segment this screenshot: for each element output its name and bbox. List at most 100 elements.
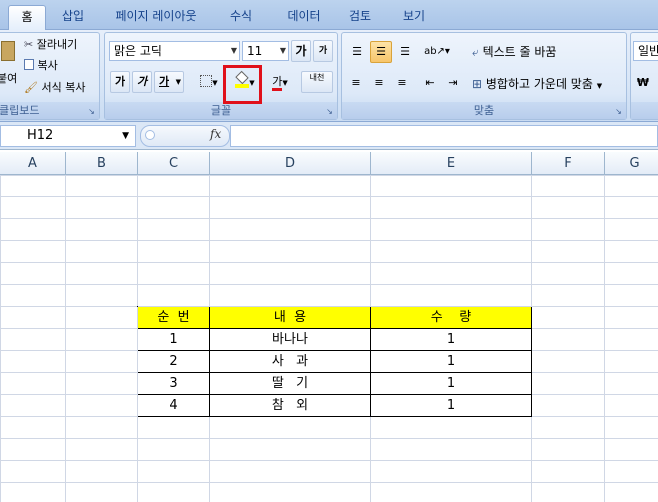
grow-font-button[interactable]: 가 bbox=[291, 40, 311, 62]
copy-label: 복사 bbox=[37, 59, 58, 72]
table-cell[interactable]: 1 bbox=[371, 395, 532, 417]
tab-insert[interactable]: 삽입 bbox=[52, 5, 94, 30]
italic-button[interactable]: 가 bbox=[132, 71, 152, 93]
column-header-b[interactable]: B bbox=[66, 152, 138, 175]
gridline bbox=[0, 438, 658, 439]
gridline bbox=[0, 284, 658, 285]
table-cell[interactable]: 참 외 bbox=[210, 395, 371, 417]
align-center-icon[interactable]: ≡ bbox=[369, 72, 389, 94]
clipboard-launcher-icon[interactable]: ↘ bbox=[87, 107, 96, 116]
fill-color-highlight-box bbox=[223, 65, 262, 104]
align-bottom-icon[interactable]: ☰ bbox=[394, 41, 416, 63]
cut-button[interactable]: ✂ 잘라내기 bbox=[24, 37, 77, 53]
chevron-down-icon: ▼ bbox=[212, 79, 218, 87]
table-cell[interactable]: 1 bbox=[371, 373, 532, 395]
merge-center-label: 병합하고 가운데 맞춤 bbox=[485, 77, 593, 91]
font-color-label: 가 bbox=[272, 75, 283, 91]
wrap-text-button[interactable]: ⤶ 텍스트 줄 바꿈 bbox=[472, 44, 556, 60]
scissors-icon: ✂ bbox=[24, 38, 34, 51]
formula-bar: H12 ▼ fx bbox=[0, 122, 658, 150]
table-header-cell[interactable]: 수 량 bbox=[371, 307, 532, 329]
cut-label: 잘라내기 bbox=[36, 38, 78, 51]
table-cell[interactable]: 1 bbox=[138, 329, 210, 351]
underline-label: 가 bbox=[159, 75, 170, 88]
paste-icon[interactable] bbox=[1, 41, 15, 61]
table-cell[interactable]: 1 bbox=[371, 329, 532, 351]
table-cell[interactable]: 4 bbox=[138, 395, 210, 417]
font-group: 맑은 고딕 ▼ 11 ▼ 가 가 가 가 가 ▼ ▼ ▼ 가▼ 내천 글꼴 ↘ bbox=[104, 32, 338, 120]
formula-input[interactable] bbox=[230, 125, 658, 147]
align-right-icon[interactable]: ≡ bbox=[392, 72, 412, 94]
gridline bbox=[0, 240, 658, 241]
copy-icon bbox=[24, 59, 34, 70]
bold-button[interactable]: 가 bbox=[110, 71, 130, 93]
clipboard-group-label: 클립보드 bbox=[0, 102, 99, 119]
number-format-value: 일반 bbox=[638, 44, 658, 58]
format-painter-label: 서식 복사 bbox=[41, 81, 86, 94]
tab-review[interactable]: 검토 bbox=[336, 5, 384, 30]
borders-icon bbox=[200, 75, 213, 87]
table-header-cell[interactable]: 내 용 bbox=[210, 307, 371, 329]
decrease-indent-icon[interactable]: ⇤ bbox=[420, 72, 440, 94]
column-header-e[interactable]: E bbox=[371, 152, 532, 175]
merge-cells-icon: ⊞ bbox=[472, 77, 483, 91]
align-left-icon[interactable]: ≡ bbox=[346, 72, 366, 94]
circle-icon bbox=[145, 130, 155, 140]
alignment-group-label: 맞춤 bbox=[342, 102, 626, 119]
table-cell[interactable]: 딸 기 bbox=[210, 373, 371, 395]
copy-button[interactable]: 복사 bbox=[24, 58, 58, 74]
tab-formulas[interactable]: 수식 bbox=[218, 5, 264, 30]
format-painter-button[interactable]: 🖌 서식 복사 bbox=[24, 80, 85, 96]
align-top-icon[interactable]: ☰ bbox=[346, 41, 368, 63]
alignment-group: ☰ ☰ ☰ ab↗▾ ⤶ 텍스트 줄 바꿈 ≡ ≡ ≡ ⇤ ⇥ ⊞ 병합하고 가… bbox=[341, 32, 627, 120]
font-size-combo[interactable]: 11 ▼ bbox=[242, 41, 289, 61]
table-cell[interactable]: 3 bbox=[138, 373, 210, 395]
chevron-down-icon: ▼ bbox=[596, 82, 603, 90]
column-header-a[interactable]: A bbox=[0, 152, 66, 175]
borders-button[interactable]: ▼ bbox=[195, 71, 223, 93]
column-header-c[interactable]: C bbox=[138, 152, 210, 175]
underline-button[interactable]: 가 ▼ bbox=[154, 71, 184, 93]
align-middle-icon[interactable]: ☰ bbox=[370, 41, 392, 63]
shrink-font-button[interactable]: 가 bbox=[313, 40, 333, 62]
font-launcher-icon[interactable]: ↘ bbox=[325, 107, 334, 116]
tab-data[interactable]: 데이터 bbox=[276, 5, 332, 30]
column-header-f[interactable]: F bbox=[532, 152, 605, 175]
gridline bbox=[0, 262, 658, 263]
name-box[interactable]: H12 ▼ bbox=[0, 125, 136, 147]
number-format-combo[interactable]: 일반 bbox=[633, 41, 658, 61]
tab-home[interactable]: 홈 bbox=[8, 5, 46, 31]
merge-center-button[interactable]: ⊞ 병합하고 가운데 맞춤 ▼ bbox=[472, 76, 602, 94]
ribbon: 붙여넣기 ✂ 잘라내기 복사 🖌 서식 복사 클립보드 ↘ 맑은 고딕 ▼ 11… bbox=[0, 30, 658, 122]
orientation-icon[interactable]: ab↗▾ bbox=[422, 41, 452, 63]
chevron-down-icon: ▼ bbox=[230, 46, 237, 55]
phonetic-button[interactable]: 내천 bbox=[301, 71, 333, 93]
column-header-g[interactable]: G bbox=[605, 152, 658, 175]
table-cell[interactable]: 사 과 bbox=[210, 351, 371, 373]
gridline bbox=[0, 218, 658, 219]
table-cell[interactable]: 바나나 bbox=[210, 329, 371, 351]
tab-view[interactable]: 보기 bbox=[390, 5, 438, 30]
name-box-value: H12 bbox=[27, 128, 54, 143]
insert-function-icon[interactable]: fx bbox=[210, 127, 221, 141]
gridline bbox=[0, 196, 658, 197]
font-color-button[interactable]: 가▼ bbox=[265, 71, 295, 93]
tab-page-layout[interactable]: 페이지 레이아웃 bbox=[104, 5, 208, 30]
phonetic-label: 내천 bbox=[309, 73, 325, 82]
table-cell[interactable]: 1 bbox=[371, 351, 532, 373]
data-table: 순 번 내 용 수 량 1 바나나 1 2 사 과 1 3 딸 기 1 4 참 … bbox=[137, 306, 532, 417]
alignment-launcher-icon[interactable]: ↘ bbox=[614, 107, 623, 116]
increase-indent-icon[interactable]: ⇥ bbox=[443, 72, 463, 94]
table-header-cell[interactable]: 순 번 bbox=[138, 307, 210, 329]
chevron-down-icon: ▼ bbox=[122, 131, 129, 141]
column-header-d[interactable]: D bbox=[210, 152, 371, 175]
clipboard-group: 붙여넣기 ✂ 잘라내기 복사 🖌 서식 복사 클립보드 ↘ bbox=[0, 32, 100, 120]
number-group: 일반 ₩ bbox=[630, 32, 658, 120]
table-cell[interactable]: 2 bbox=[138, 351, 210, 373]
gridline bbox=[0, 482, 658, 483]
paste-button-label[interactable]: 붙여넣기 bbox=[0, 71, 17, 87]
chevron-down-icon: ▼ bbox=[282, 79, 288, 87]
number-group-label bbox=[631, 102, 658, 119]
font-name-combo[interactable]: 맑은 고딕 ▼ bbox=[109, 41, 240, 61]
currency-button[interactable]: ₩ bbox=[633, 72, 653, 94]
